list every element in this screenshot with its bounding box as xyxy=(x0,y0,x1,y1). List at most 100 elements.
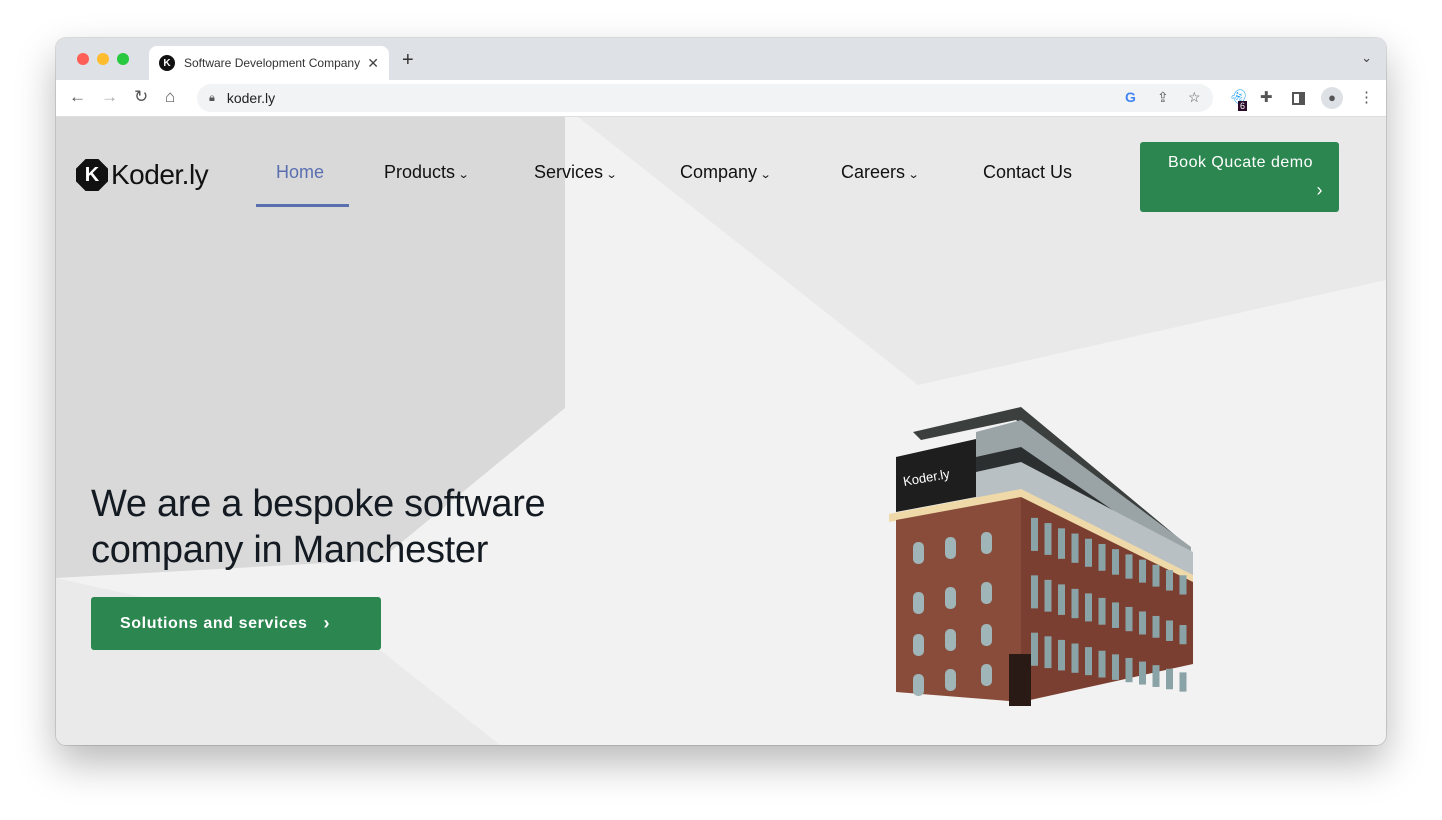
home-icon[interactable]: ⌂ xyxy=(165,87,175,107)
puzzle-icon[interactable]: ✚ xyxy=(1260,88,1273,106)
building-window xyxy=(1031,575,1038,609)
nav-label: Contact Us xyxy=(983,162,1073,182)
reload-icon[interactable]: ↻ xyxy=(134,87,148,107)
building-window xyxy=(1044,523,1052,555)
chevron-right-icon: › xyxy=(323,613,331,633)
nav-label: Home xyxy=(276,162,325,182)
building-window xyxy=(1112,602,1119,628)
nav-contact-us[interactable]: Contact Us xyxy=(983,162,1072,183)
building-window xyxy=(1085,593,1092,622)
building-window xyxy=(1058,584,1065,615)
building-window xyxy=(913,542,924,564)
building-window xyxy=(1139,611,1146,635)
building-window xyxy=(945,669,956,691)
solutions-services-button[interactable]: Solutions and services › xyxy=(91,597,381,650)
building-window xyxy=(1085,647,1092,676)
star-icon[interactable]: ☆ xyxy=(1188,89,1201,106)
building-window xyxy=(981,582,992,604)
building-window xyxy=(1058,639,1065,671)
forward-icon[interactable]: → xyxy=(101,87,118,107)
building-illustration: Koder.ly xyxy=(889,407,1193,706)
chevron-down-icon: ⌄ xyxy=(457,169,470,181)
logo-text: Koder.ly xyxy=(111,159,209,190)
building-window xyxy=(913,592,924,614)
close-window-button[interactable] xyxy=(77,53,89,65)
favicon-icon: K xyxy=(159,55,175,71)
tab-title: Software Development Company xyxy=(184,56,361,70)
building-window xyxy=(945,587,956,609)
hero-line-2: company in Manchester xyxy=(91,529,489,571)
building-window xyxy=(1152,615,1160,638)
building-window xyxy=(1112,549,1119,575)
building-window xyxy=(1152,564,1160,587)
building-window xyxy=(945,629,956,651)
building-window xyxy=(913,634,924,656)
hero-line-1: We are a bespoke software xyxy=(91,483,546,525)
zoom-window-button[interactable] xyxy=(117,53,129,65)
building-window xyxy=(913,674,924,696)
building-window xyxy=(1098,543,1106,571)
nav-services[interactable]: Services ⌄ xyxy=(534,162,618,183)
browser-tab[interactable]: K Software Development Company ✕ xyxy=(149,46,389,80)
back-icon[interactable]: ← xyxy=(69,87,86,107)
building-window xyxy=(1125,657,1133,683)
minimize-window-button[interactable] xyxy=(97,53,109,65)
profile-icon[interactable]: ● xyxy=(1321,87,1343,109)
address-bar[interactable]: 🔒︎ koder.ly G ⇪ ☆ xyxy=(197,84,1213,112)
building-window xyxy=(1085,538,1092,567)
new-tab-button[interactable]: + xyxy=(402,49,414,72)
chevron-down-icon: ⌄ xyxy=(605,169,618,181)
nav-company[interactable]: Company ⌄ xyxy=(680,162,772,183)
building-window xyxy=(1166,620,1173,641)
chevron-down-icon: ⌄ xyxy=(907,169,920,181)
nav-label: Products xyxy=(384,162,456,182)
building-window xyxy=(1044,636,1052,669)
building-window xyxy=(1152,665,1160,687)
chevron-right-icon: › xyxy=(1316,180,1323,200)
koderly-logo[interactable]: K Koder.ly xyxy=(76,159,209,191)
nav-label: Company xyxy=(680,162,758,182)
active-underline xyxy=(256,204,349,207)
book-demo-button[interactable]: Book Qucate demo › xyxy=(1140,142,1339,212)
tab-bar: K Software Development Company ✕ + ⌄ xyxy=(56,38,1386,80)
building-window xyxy=(1166,668,1173,690)
building-window xyxy=(1031,517,1038,551)
building-window xyxy=(1125,554,1133,579)
building-window xyxy=(1071,533,1079,563)
share-icon[interactable]: ⇪ xyxy=(1157,89,1169,106)
kebab-menu-icon[interactable]: ⋮ xyxy=(1359,88,1374,106)
building-window xyxy=(1166,570,1173,591)
browser-toolbar: ← → ↻ ⌂ 🔒︎ koder.ly G ⇪ ☆ 👻︎ 6 ✚ ● ⋮ xyxy=(56,80,1386,117)
building-window xyxy=(1179,575,1187,595)
building-window xyxy=(1031,632,1038,666)
tab-search-chevron-icon[interactable]: ⌄ xyxy=(1361,50,1372,66)
extension-badge: 6 xyxy=(1238,101,1248,111)
building-window xyxy=(1071,643,1079,673)
close-tab-icon[interactable]: ✕ xyxy=(367,55,379,72)
building-window xyxy=(1071,588,1079,619)
nav-home[interactable]: Home xyxy=(276,162,324,183)
building-window xyxy=(981,624,992,646)
nav-careers[interactable]: Careers ⌄ xyxy=(841,162,920,183)
building-window xyxy=(1058,528,1065,559)
building-window xyxy=(1098,597,1106,625)
building-window xyxy=(1179,624,1187,645)
sidepanel-icon[interactable] xyxy=(1292,92,1305,105)
building-window xyxy=(1125,606,1133,632)
building-window xyxy=(1112,654,1119,680)
building-window xyxy=(1179,672,1187,692)
building-window xyxy=(1139,559,1146,583)
building-window xyxy=(945,537,956,559)
building-window xyxy=(981,664,992,686)
logo-mark: K xyxy=(76,159,108,191)
building-window xyxy=(1098,650,1106,678)
google-icon[interactable]: G xyxy=(1125,89,1136,105)
page-content: K Koder.ly Home Products ⌄ Services ⌄ Comp… xyxy=(56,117,1386,745)
browser-window: K Software Development Company ✕ + ⌄ ← →… xyxy=(56,38,1386,745)
building-window xyxy=(1139,661,1146,685)
building-window xyxy=(981,532,992,554)
cta-label: Solutions and services xyxy=(120,614,308,632)
url-text: koder.ly xyxy=(226,90,276,106)
nav-label: Careers xyxy=(841,162,906,182)
nav-products[interactable]: Products ⌄ xyxy=(384,162,470,183)
